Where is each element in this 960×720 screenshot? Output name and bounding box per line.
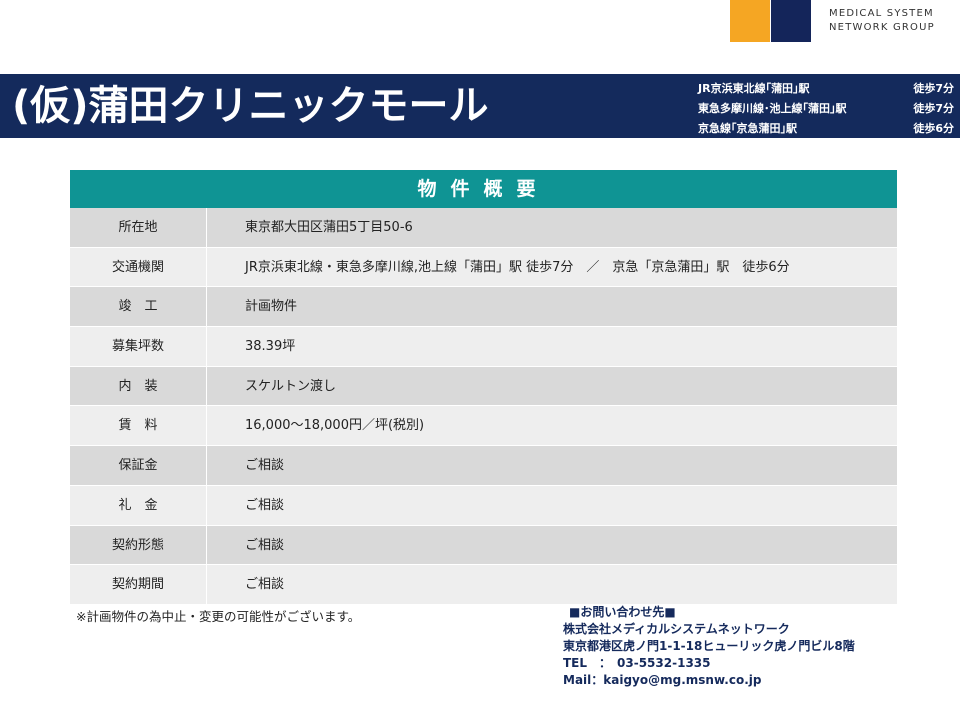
row-label: 礼 金 [70, 485, 207, 525]
row-value: 38.39坪 [245, 339, 296, 355]
table-row: 保証金 ご相談 [70, 446, 897, 486]
contact-address: 東京都港区虎ノ門1-1-18ヒューリック虎ノ門ビル8階 [563, 639, 855, 653]
logo-orange-block [730, 0, 770, 42]
row-value: ご相談 [245, 497, 285, 513]
header-band: (仮)蒲田クリニックモール JR京浜東北線｢蒲田｣駅 徒歩7分 東急多摩川線･池… [0, 74, 960, 138]
access-walk: 徒歩6分 [913, 122, 954, 135]
contact-block: ■お問い合わせ先■ 株式会社メディカルシステムネットワーク 東京都港区虎ノ門1-… [563, 604, 855, 689]
table-row: 内 装 スケルトン渡し [70, 366, 897, 407]
table-row: 交通機関 JR京浜東北線・東急多摩川線,池上線「蒲田」駅 徒歩7分 ／ 京急「京… [70, 247, 897, 288]
access-line: JR京浜東北線｢蒲田｣駅 [698, 82, 810, 95]
table-row: 所在地 東京都大田区蒲田5丁目50-6 [70, 208, 897, 248]
logo-line-2: NETWORK GROUP [829, 22, 935, 33]
contact-tel: TEL ： 03-5532-1335 [563, 656, 711, 670]
contact-mail: Mail：kaigyo@mg.msnw.co.jp [563, 673, 762, 687]
access-line: 東急多摩川線･池上線｢蒲田｣駅 [698, 102, 847, 115]
row-label: 保証金 [70, 446, 207, 485]
page-title: (仮)蒲田クリニックモール [12, 83, 489, 129]
contact-heading: ■お問い合わせ先■ [569, 605, 676, 619]
access-walk: 徒歩7分 [913, 82, 954, 95]
row-label: 内 装 [70, 366, 207, 406]
row-value: ご相談 [245, 537, 285, 553]
table-row: 契約形態 ご相談 [70, 525, 897, 566]
row-label: 賃 料 [70, 406, 207, 446]
footnote: ※計画物件の為中止・変更の可能性がございます。 [76, 609, 361, 624]
table-row: 募集坪数 38.39坪 [70, 327, 897, 367]
table-heading: 物件概要 [70, 170, 897, 208]
row-value: 16,000～18,000円／坪(税別) [245, 418, 425, 434]
access-line: 京急線｢京急蒲田｣駅 [698, 122, 797, 135]
logo-navy-block [771, 0, 811, 42]
row-value: 計画物件 [245, 299, 298, 315]
table-row: 契約期間 ご相談 [70, 565, 897, 605]
row-value: 東京都大田区蒲田5丁目50-6 [245, 220, 413, 235]
row-value: ご相談 [245, 577, 285, 593]
table-row: 竣 工 計画物件 [70, 287, 897, 328]
row-label: 契約期間 [70, 565, 207, 604]
row-value: JR京浜東北線・東急多摩川線,池上線「蒲田」駅 徒歩7分 ／ 京急「京急蒲田」駅… [245, 259, 790, 275]
row-label: 竣 工 [70, 287, 207, 327]
table-row: 賃 料 16,000～18,000円／坪(税別) [70, 406, 897, 447]
property-overview-table: 物件概要 所在地 東京都大田区蒲田5丁目50-6 交通機関 JR京浜東北線・東急… [70, 170, 897, 605]
logo-line-1: MEDICAL SYSTEM [829, 8, 934, 19]
row-label: 契約形態 [70, 525, 207, 565]
row-label: 募集坪数 [70, 327, 207, 366]
contact-company: 株式会社メディカルシステムネットワーク [563, 622, 790, 636]
logo-text: MEDICAL SYSTEM NETWORK GROUP [829, 7, 935, 35]
row-label: 交通機関 [70, 247, 207, 287]
access-list: JR京浜東北線｢蒲田｣駅 徒歩7分 東急多摩川線･池上線｢蒲田｣駅 徒歩7分 京… [698, 79, 954, 139]
access-row: 東急多摩川線･池上線｢蒲田｣駅 徒歩7分 [698, 99, 954, 119]
access-row: 京急線｢京急蒲田｣駅 徒歩6分 [698, 119, 954, 139]
row-value: スケルトン渡し [245, 378, 337, 394]
access-walk: 徒歩7分 [913, 102, 954, 115]
row-label: 所在地 [70, 208, 207, 247]
access-row: JR京浜東北線｢蒲田｣駅 徒歩7分 [698, 79, 954, 99]
row-value: ご相談 [245, 458, 285, 474]
table-row: 礼 金 ご相談 [70, 485, 897, 526]
